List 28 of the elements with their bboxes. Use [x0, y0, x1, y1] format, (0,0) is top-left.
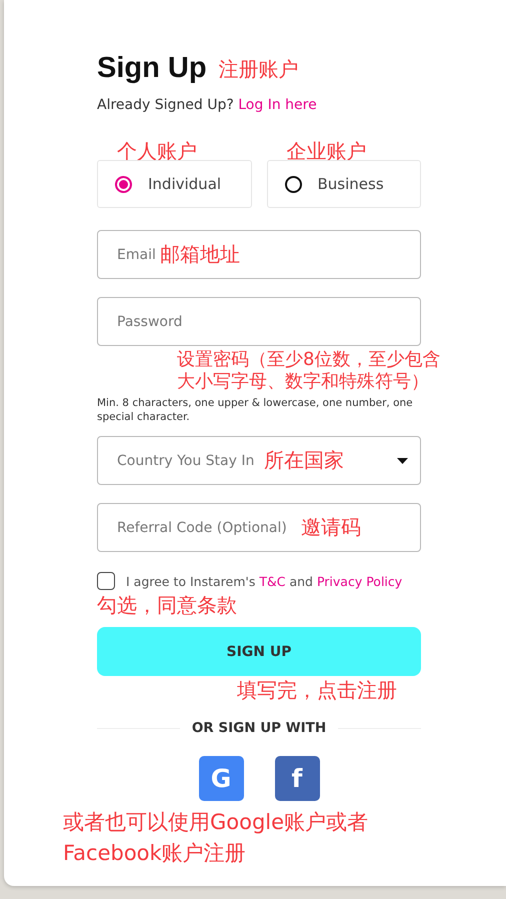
account-type-option[interactable]: Business	[266, 160, 421, 208]
annotation: 邀请码	[301, 514, 361, 540]
page-title: Sign Up	[97, 52, 207, 85]
annotation: 企业账户	[286, 139, 366, 163]
terms-link[interactable]: T&C	[259, 574, 286, 588]
agreement-text: I agree to Instarem's T&C and Privacy Policy	[126, 574, 402, 588]
annotation: 所在国家	[264, 447, 344, 473]
annotation: 勾选，同意条款	[97, 592, 238, 618]
password-field[interactable]: Password	[97, 297, 421, 346]
privacy-link[interactable]: Privacy Policy	[316, 574, 402, 588]
facebook-button[interactable]: f	[274, 756, 320, 801]
divider-label: OR SIGN UP WITH	[192, 720, 326, 736]
annotation: 或者也可以使用Google账户或者Facebook账户注册	[63, 809, 370, 867]
login-prompt: Already Signed Up? Log In here	[97, 97, 318, 113]
radio-button[interactable]	[284, 176, 302, 192]
checkbox[interactable]	[97, 572, 115, 590]
sign-up-button[interactable]: SIGN UP	[97, 627, 421, 676]
annotation: 设置密码（至少8位数，至少包含大小写字母、数字和特殊符号）	[177, 349, 441, 393]
login-link[interactable]: Log In here	[238, 97, 317, 113]
annotation: 注册账户	[218, 56, 299, 82]
annotation: 填写完，点击注册	[237, 677, 397, 703]
account-type-option[interactable]: Individual	[97, 160, 252, 208]
annotation: 邮箱地址	[160, 241, 240, 267]
caret-icon	[397, 458, 408, 464]
password-hint: Min. 8 characters, one upper & lowercase, one number, one special character.	[97, 396, 414, 424]
google-button[interactable]: G	[198, 756, 244, 801]
radio-button[interactable]	[115, 176, 132, 192]
annotation: 个人账户	[117, 139, 197, 163]
